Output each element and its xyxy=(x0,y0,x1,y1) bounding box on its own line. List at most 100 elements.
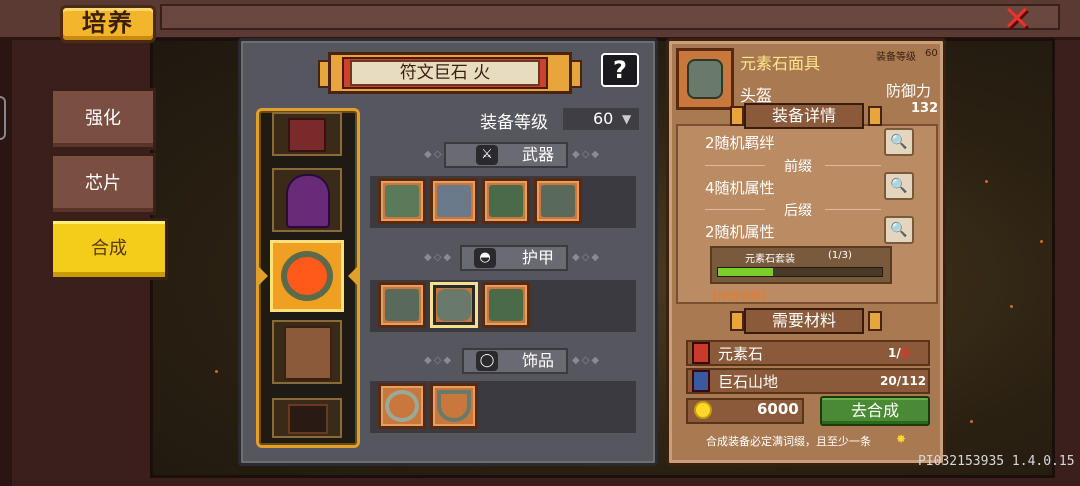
inspect-suffix-button[interactable]: 🔍 xyxy=(884,216,914,244)
ember-particle xyxy=(970,420,973,423)
banner-wing-right xyxy=(868,106,882,126)
divider-ornament: ◆◇◆ xyxy=(572,252,602,263)
stone-boots-icon xyxy=(489,289,523,321)
recipe-card[interactable] xyxy=(272,112,342,156)
inspect-bonds-button[interactable]: 🔍 xyxy=(884,128,914,156)
item-level-label: 装备等级 xyxy=(876,52,916,63)
set-progress-fill xyxy=(718,268,773,276)
armored-gauntlet-icon xyxy=(385,185,419,217)
star-icon: ✸ xyxy=(896,432,907,446)
material-owned: 20 xyxy=(880,374,897,388)
helmet-icon: ◓ xyxy=(474,248,496,268)
tree-golem-icon xyxy=(284,326,332,380)
recipe-card[interactable] xyxy=(272,398,342,438)
item-slot-weapon-1[interactable] xyxy=(378,178,426,224)
divider-ornament: ◆◇◆ xyxy=(424,252,454,263)
page-title: 培养 xyxy=(60,5,156,43)
category-weapon-header: ⚔ 武器 xyxy=(444,142,568,168)
set-bonus-box xyxy=(710,246,892,284)
item-slot-weapon-4[interactable] xyxy=(534,178,582,224)
magnify-icon: 🔍 xyxy=(890,178,908,194)
twin-blades-icon xyxy=(437,185,471,217)
device-edge xyxy=(0,96,6,140)
defense-label: 防御力 xyxy=(886,82,932,100)
elemental-stone-mask-icon xyxy=(437,289,471,321)
chevron-down-icon: ▼ xyxy=(622,112,632,126)
recipe-card[interactable] xyxy=(272,168,342,232)
synthesis-note: 合成装备必定满词缀，且至少一条 xyxy=(706,435,871,448)
material-required: 0 xyxy=(900,346,910,360)
banner-wing-left xyxy=(730,311,744,331)
recipe-card-selected[interactable] xyxy=(270,240,344,312)
category-accessory-label: 饰品 xyxy=(521,351,554,370)
scroll-right-arrow[interactable] xyxy=(348,264,360,288)
material-name: 巨石山地 xyxy=(718,373,779,391)
tab-enhance[interactable]: 强化 xyxy=(50,88,156,150)
divider-ornament: ◆◇◆ xyxy=(572,355,602,366)
stone-ring-icon xyxy=(385,390,419,422)
defense-value: 132 xyxy=(911,101,939,116)
fire-rune-boulder-icon xyxy=(287,257,327,295)
scroll-left-arrow[interactable] xyxy=(256,264,268,288)
inspect-prefix-button[interactable]: 🔍 xyxy=(884,172,914,200)
divider-line xyxy=(705,209,765,210)
category-armor-label: 护甲 xyxy=(521,248,554,267)
banner-wing-left xyxy=(730,106,744,126)
details-banner: 装备详情 xyxy=(744,103,864,129)
item-level-value: 60 xyxy=(925,48,938,59)
level-label: 装备等级 xyxy=(480,113,548,133)
stone-necklace-icon xyxy=(437,390,471,422)
divider-line xyxy=(705,165,765,166)
pirate-icon xyxy=(288,404,328,434)
item-slot-accessory-2[interactable] xyxy=(430,383,478,429)
item-name: 元素石面具 xyxy=(740,54,821,73)
material-owned: 1 xyxy=(888,346,897,360)
category-weapon-label: 武器 xyxy=(521,145,554,164)
tab-synthesize[interactable]: 合成 xyxy=(50,218,168,280)
divider-line xyxy=(825,209,881,210)
item-portrait xyxy=(676,48,734,110)
banner-wing-right xyxy=(868,311,882,331)
item-slot-armor-1[interactable] xyxy=(378,282,426,328)
elemental-stone-material-icon xyxy=(692,342,710,364)
set-progress-text: (1/3) xyxy=(828,250,852,261)
detail-row-suffix-stats: 2随机属性 xyxy=(705,223,775,241)
detail-row-bonds: 2随机羁绊 xyxy=(705,134,775,152)
version-label: PI032153935 1.4.0.15 xyxy=(918,454,1075,469)
item-slot-armor-2-selected[interactable] xyxy=(430,282,478,328)
stone-gun-icon xyxy=(541,185,575,217)
magnify-icon: 🔍 xyxy=(890,222,908,238)
ring-icon: ◯ xyxy=(476,351,498,371)
item-slot-accessory-1[interactable] xyxy=(378,383,426,429)
synthesize-button[interactable]: 去合成 xyxy=(820,396,930,426)
magnify-icon: 🔍 xyxy=(890,134,908,150)
divider-ornament: ◆◇◆ xyxy=(424,355,454,366)
ember-particle xyxy=(1040,240,1043,243)
recipe-title: 符文巨石 火 xyxy=(350,60,540,86)
legendary-effect-label: 【传奇效果】 xyxy=(706,290,772,303)
boulder-highlands-map-icon xyxy=(692,370,710,392)
ember-particle xyxy=(1010,305,1013,308)
help-button[interactable]: ? xyxy=(601,53,639,87)
category-armor-header: ◓ 护甲 xyxy=(460,245,568,271)
set-name: 元素石套装 xyxy=(745,254,795,265)
prefix-subheader: 前缀 xyxy=(784,159,812,175)
tab-chip[interactable]: 芯片 xyxy=(50,153,156,215)
gold-coin-icon xyxy=(696,403,710,417)
barrel-icon xyxy=(288,118,326,152)
material-count: 20/112 xyxy=(880,374,927,388)
close-button[interactable]: ✕ xyxy=(998,2,1036,36)
divider-line xyxy=(825,165,881,166)
question-icon: ? xyxy=(613,56,627,84)
ember-particle xyxy=(215,370,218,373)
material-count: 1/0 xyxy=(888,346,910,360)
ember-particle xyxy=(985,180,988,183)
category-accessory-header: ◯ 饰品 xyxy=(462,348,568,374)
item-slot-armor-3[interactable] xyxy=(482,282,530,328)
close-icon: ✕ xyxy=(1002,0,1032,39)
wizard-icon xyxy=(286,174,330,228)
item-slot-weapon-2[interactable] xyxy=(430,178,478,224)
recipe-card[interactable] xyxy=(272,320,342,384)
item-slot-weapon-3[interactable] xyxy=(482,178,530,224)
suffix-subheader: 后缀 xyxy=(784,203,812,219)
